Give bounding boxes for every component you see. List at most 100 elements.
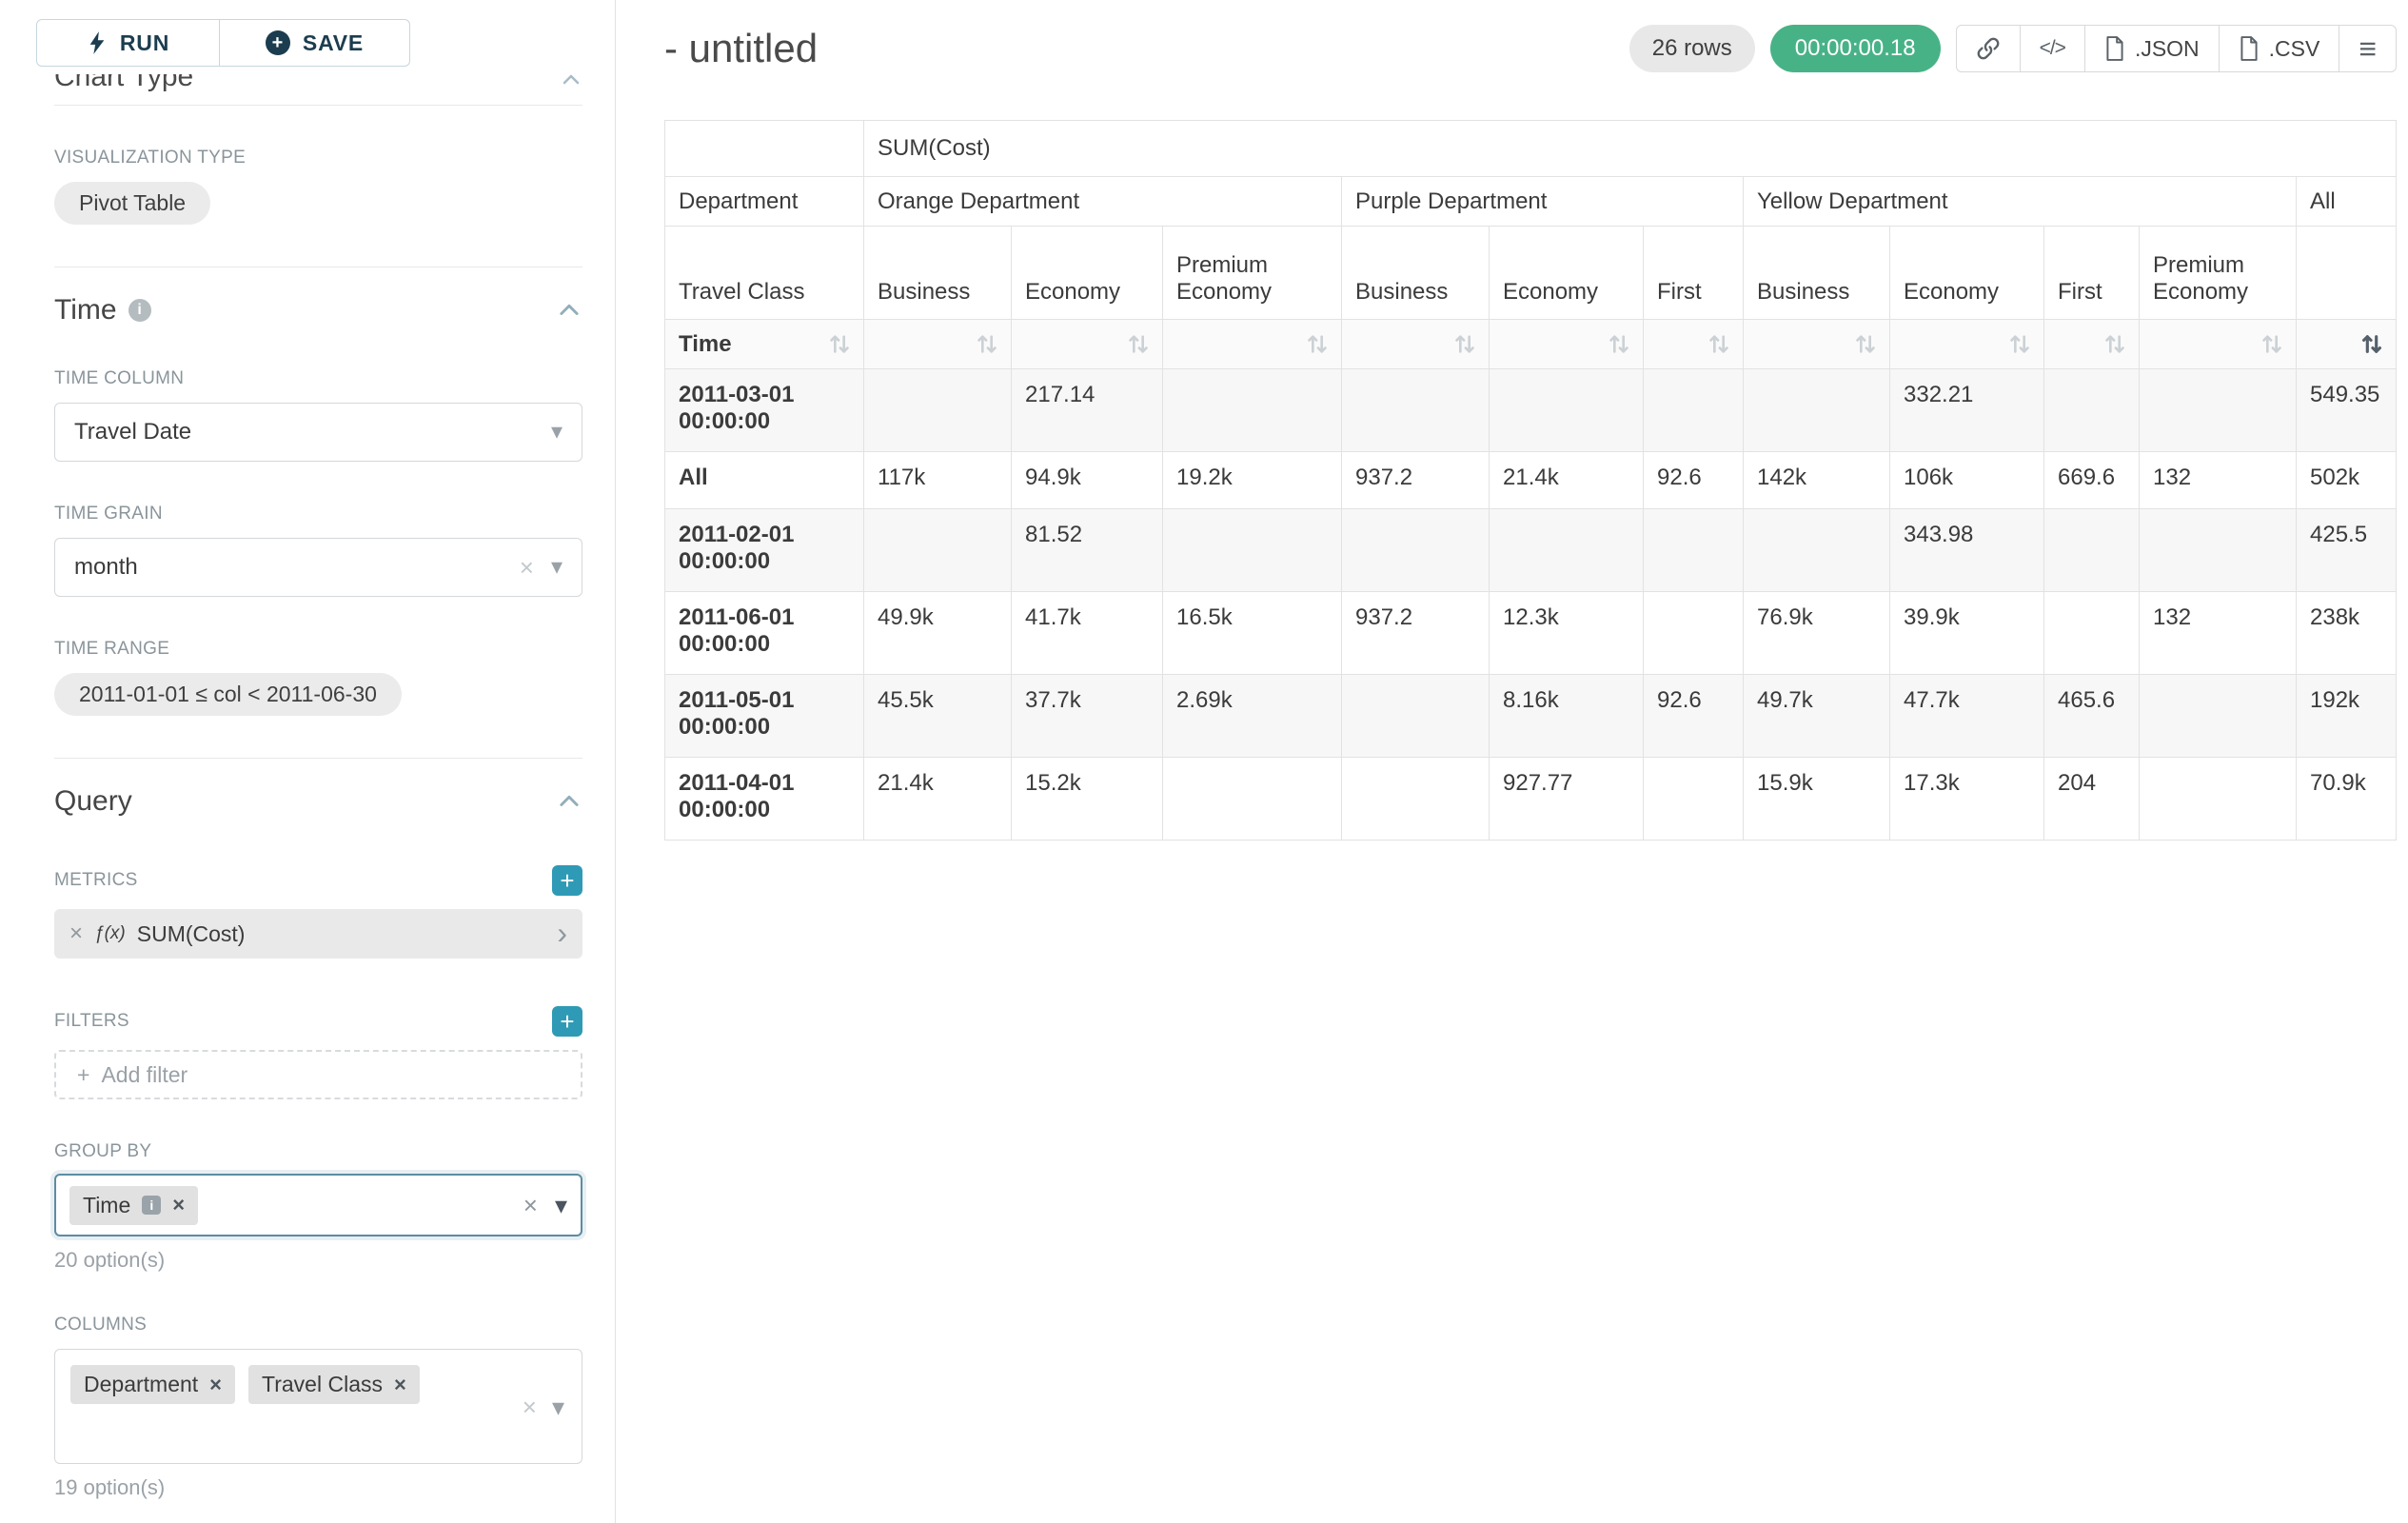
sort-icon[interactable] bbox=[1855, 332, 1876, 356]
group-by-select[interactable]: Time i × × ▾ bbox=[54, 1174, 582, 1236]
sort-icon[interactable] bbox=[1307, 332, 1328, 356]
columns-select[interactable]: Department × Travel Class × × ▾ bbox=[54, 1349, 582, 1464]
sort-header[interactable] bbox=[1342, 320, 1490, 369]
hamburger-menu-icon: ≡ bbox=[2359, 31, 2377, 67]
sort-header[interactable] bbox=[1490, 320, 1644, 369]
table-row: All 117k 94.9k 19.2k 937.2 21.4k 92.6 14… bbox=[665, 452, 2397, 509]
sort-header-all-active[interactable] bbox=[2297, 320, 2397, 369]
cell bbox=[1644, 758, 1744, 841]
copy-link-button[interactable] bbox=[1956, 25, 2021, 72]
chevron-up-icon[interactable] bbox=[560, 74, 582, 96]
group-header: Purple Department bbox=[1342, 177, 1744, 227]
cell bbox=[1342, 369, 1490, 452]
sort-header[interactable] bbox=[2044, 320, 2140, 369]
class-header: First bbox=[2044, 227, 2140, 320]
sort-header-time[interactable]: Time bbox=[665, 320, 864, 369]
add-metric-button[interactable]: + bbox=[552, 865, 582, 896]
columns-chip-travel-class[interactable]: Travel Class × bbox=[248, 1365, 420, 1404]
chevron-up-icon[interactable] bbox=[556, 788, 582, 815]
sort-header[interactable] bbox=[1644, 320, 1744, 369]
remove-metric-icon[interactable]: × bbox=[69, 920, 83, 947]
remove-chip-icon[interactable]: × bbox=[394, 1375, 406, 1395]
menu-button[interactable]: ≡ bbox=[2339, 25, 2397, 72]
run-button-label: RUN bbox=[120, 30, 169, 56]
table-row: 2011-04-01 00:00:00 21.4k 15.2k 927.77 1… bbox=[665, 758, 2397, 841]
group-by-chip-time[interactable]: Time i × bbox=[69, 1186, 198, 1225]
plus-circle-icon: + bbox=[266, 30, 290, 55]
travel-class-header-row: Travel Class Business Economy Premium Ec… bbox=[665, 227, 2397, 320]
cell: 15.2k bbox=[1012, 758, 1163, 841]
sort-header[interactable] bbox=[864, 320, 1012, 369]
add-filter-dropzone[interactable]: + Add filter bbox=[54, 1050, 582, 1099]
clear-icon[interactable]: × bbox=[523, 1193, 538, 1217]
sort-icon[interactable] bbox=[829, 332, 850, 356]
cell: 117k bbox=[864, 452, 1012, 509]
chevron-up-icon[interactable] bbox=[556, 297, 582, 324]
cell bbox=[1342, 509, 1490, 592]
sort-icon[interactable] bbox=[2104, 332, 2125, 356]
clear-icon[interactable]: × bbox=[520, 555, 534, 580]
sort-icon[interactable] bbox=[977, 332, 997, 356]
cell bbox=[1490, 509, 1644, 592]
cell: 12.3k bbox=[1490, 592, 1644, 675]
department-header-row: Department Orange Department Purple Depa… bbox=[665, 177, 2397, 227]
cell: 204 bbox=[2044, 758, 2140, 841]
sort-header[interactable] bbox=[1890, 320, 2044, 369]
save-button[interactable]: + SAVE bbox=[220, 19, 410, 67]
bolt-icon bbox=[87, 30, 108, 55]
class-header: Economy bbox=[1012, 227, 1163, 320]
sort-icon[interactable] bbox=[1128, 332, 1149, 356]
cell: 502k bbox=[2297, 452, 2397, 509]
class-header: Business bbox=[864, 227, 1012, 320]
sort-icon[interactable] bbox=[1708, 332, 1729, 356]
cell bbox=[1744, 509, 1890, 592]
columns-chip-department[interactable]: Department × bbox=[70, 1365, 235, 1404]
remove-chip-icon[interactable]: × bbox=[172, 1195, 185, 1216]
visualization-type-value[interactable]: Pivot Table bbox=[54, 182, 210, 225]
sort-header-row: Time bbox=[665, 320, 2397, 369]
export-json-button[interactable]: .JSON bbox=[2084, 25, 2220, 72]
save-button-label: SAVE bbox=[303, 30, 364, 56]
cell: 425.5 bbox=[2297, 509, 2397, 592]
remove-chip-icon[interactable]: × bbox=[209, 1375, 222, 1395]
metric-item[interactable]: × ƒ(x) SUM(Cost) › bbox=[54, 909, 582, 959]
class-header: Premium Economy bbox=[1163, 227, 1342, 320]
sort-descending-icon[interactable] bbox=[2361, 332, 2382, 356]
sort-header[interactable] bbox=[2140, 320, 2297, 369]
table-row: 2011-05-01 00:00:00 45.5k 37.7k 2.69k 8.… bbox=[665, 675, 2397, 758]
time-column-value: Travel Date bbox=[74, 419, 191, 445]
cell: 70.9k bbox=[2297, 758, 2397, 841]
action-buttons: RUN + SAVE bbox=[36, 19, 582, 67]
view-query-button[interactable]: </> bbox=[2020, 25, 2085, 72]
class-header: Business bbox=[1342, 227, 1490, 320]
sort-icon[interactable] bbox=[1454, 332, 1475, 356]
sort-icon[interactable] bbox=[1609, 332, 1629, 356]
sort-icon[interactable] bbox=[2009, 332, 2030, 356]
time-column-select[interactable]: Travel Date ▾ bbox=[54, 403, 582, 462]
visualization-type-label: VISUALIZATION TYPE bbox=[54, 148, 582, 168]
export-csv-button[interactable]: .CSV bbox=[2219, 25, 2340, 72]
metrics-label: METRICS bbox=[54, 870, 138, 891]
time-range-value[interactable]: 2011-01-01 ≤ col < 2011-06-30 bbox=[54, 673, 402, 716]
row-label: 2011-05-01 00:00:00 bbox=[665, 675, 864, 758]
add-filter-button[interactable]: + bbox=[552, 1006, 582, 1037]
cell bbox=[2140, 675, 2297, 758]
cell: 465.6 bbox=[2044, 675, 2140, 758]
cell: 41.7k bbox=[1012, 592, 1163, 675]
group-header: Yellow Department bbox=[1744, 177, 2297, 227]
clear-icon[interactable]: × bbox=[523, 1394, 537, 1419]
sort-header[interactable] bbox=[1163, 320, 1342, 369]
metric-header: SUM(Cost) bbox=[864, 121, 2397, 177]
cell bbox=[2044, 509, 2140, 592]
filters-label: FILTERS bbox=[54, 1011, 129, 1032]
sort-icon[interactable] bbox=[2261, 332, 2282, 356]
info-icon: i bbox=[128, 299, 151, 322]
run-button[interactable]: RUN bbox=[36, 19, 220, 67]
all-column-header: All bbox=[2297, 177, 2397, 227]
sort-header[interactable] bbox=[1012, 320, 1163, 369]
sort-header[interactable] bbox=[1744, 320, 1890, 369]
cell: 132 bbox=[2140, 592, 2297, 675]
divider bbox=[54, 105, 582, 106]
time-grain-select[interactable]: month × ▾ bbox=[54, 538, 582, 597]
query-timer-badge: 00:00:00.18 bbox=[1770, 25, 1941, 72]
